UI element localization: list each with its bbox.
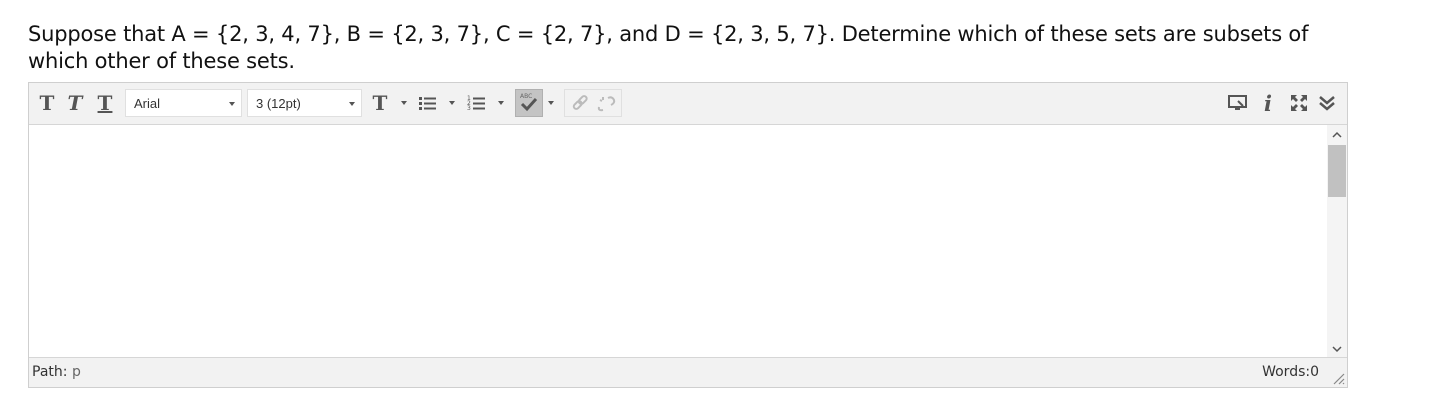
bold-button[interactable]: T [36,89,58,117]
question-text: Suppose that A = {2, 3, 4, 7}, B = {2, 3… [28,22,1309,73]
resize-grip-icon[interactable] [1331,371,1345,385]
path-label: Path: [32,364,68,380]
text-color-icon: T [372,91,388,115]
scroll-up-button[interactable] [1327,127,1347,143]
bullet-list-button[interactable] [416,89,458,117]
chevron-down-icon [1332,346,1342,353]
font-size-value: 3 (12pt) [256,95,301,111]
chevron-down-icon [449,101,455,105]
chevron-down-icon [498,101,504,105]
bullet-list-icon [419,97,436,110]
rich-text-editor: T T T Arial 3 (12pt) T 1 2 3 ABC i Path:… [28,82,1348,388]
numbered-list-button[interactable]: 1 2 3 [465,89,507,117]
underline-button[interactable]: T [94,89,116,117]
editor-statusbar: Path: p Words:0 [29,357,1347,387]
double-chevron-down-icon [1319,96,1335,111]
italic-button[interactable]: T [64,89,86,117]
chevron-down-icon [349,102,355,106]
editor-toolbar: T T T Arial 3 (12pt) T 1 2 3 ABC i [29,83,1347,125]
numbered-list-icon: 1 2 3 [467,95,485,112]
text-color-button[interactable]: T [368,89,410,117]
fullscreen-icon [1291,95,1307,111]
underline-icon: T [97,91,113,115]
unlink-icon [597,96,616,112]
monitor-icon [1228,95,1247,110]
svg-text:ABC: ABC [520,93,532,100]
link-icon [572,95,588,110]
info-button[interactable]: i [1257,89,1279,117]
svg-text:3: 3 [467,105,471,112]
unlink-button[interactable] [594,90,620,116]
preview-button[interactable] [1225,89,1251,117]
fullscreen-button[interactable] [1287,89,1311,117]
insert-link-button[interactable] [567,90,593,116]
chevron-down-icon [401,101,407,105]
italic-icon: T [67,91,83,115]
path-value[interactable]: p [72,364,81,380]
scroll-down-button[interactable] [1327,341,1347,357]
chevron-up-icon [1332,131,1342,138]
info-icon: i [1264,90,1272,116]
chevron-down-icon [548,101,554,105]
editor-content-area[interactable] [29,125,1327,359]
chevron-down-icon [229,102,235,106]
bold-icon: T [39,91,55,115]
scrollbar-thumb[interactable] [1328,145,1346,197]
font-family-select[interactable]: Arial [125,89,242,117]
vertical-scrollbar[interactable] [1327,125,1347,359]
font-family-value: Arial [134,95,161,111]
link-group [564,89,622,117]
element-path: Path: p [32,364,81,380]
font-size-select[interactable]: 3 (12pt) [247,89,362,117]
word-count: Words:0 [1262,364,1319,380]
collapse-toolbar-button[interactable] [1315,89,1339,117]
spellcheck-button[interactable]: ABC [515,89,558,117]
spellcheck-icon: ABC [520,93,538,112]
